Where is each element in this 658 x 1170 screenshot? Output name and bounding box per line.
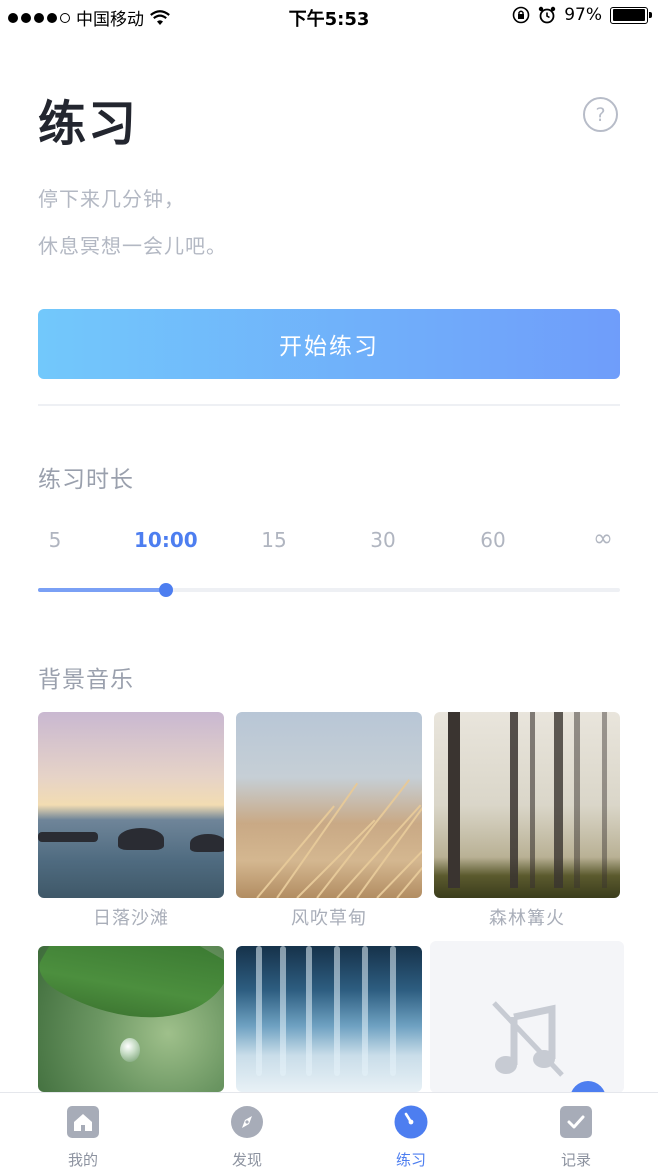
help-button[interactable]: ? — [583, 97, 618, 132]
duration-option-infinite[interactable]: ∞ — [573, 524, 633, 552]
duration-option-5[interactable]: 5 — [25, 528, 85, 552]
no-music-tile — [430, 941, 624, 1093]
compass-icon — [231, 1106, 263, 1138]
tab-mine[interactable]: 我的 — [33, 1093, 133, 1170]
tab-label: 发现 — [231, 1151, 262, 1169]
music-card-forest-campfire[interactable]: 森林篝火 — [434, 712, 620, 929]
tab-practice[interactable]: 练习 — [361, 1093, 461, 1170]
alarm-icon — [539, 6, 556, 24]
music-card-sunset-beach[interactable]: 日落沙滩 — [38, 712, 224, 929]
raindrop-leaf-image — [38, 946, 224, 1092]
page-title: 练习 — [38, 96, 139, 152]
music-section-title: 背景音乐 — [38, 667, 134, 693]
tab-records[interactable]: 记录 — [526, 1093, 626, 1170]
help-icon: ? — [595, 103, 606, 126]
music-label: 风吹草甸 — [291, 908, 367, 929]
home-icon — [67, 1106, 99, 1138]
music-card-windy-meadow[interactable]: 风吹草甸 — [236, 712, 422, 929]
rotation-lock-icon — [512, 6, 530, 24]
tab-discover[interactable]: 发现 — [197, 1093, 297, 1170]
tab-label: 我的 — [67, 1151, 98, 1169]
music-card-no-music[interactable] — [430, 941, 624, 1093]
status-right: 97% — [512, 5, 652, 25]
check-icon — [560, 1106, 592, 1138]
tab-bar: 我的 发现 练习 记录 — [0, 1092, 658, 1170]
battery-icon — [610, 6, 652, 24]
slider-thumb[interactable] — [159, 583, 174, 597]
start-practice-button[interactable]: 开始练习 — [38, 309, 620, 379]
slider-fill — [38, 588, 167, 592]
duration-option-60[interactable]: 60 — [463, 528, 523, 552]
music-card-waterfall[interactable] — [236, 946, 422, 1092]
status-bar: 中国移动 下午5:53 97% — [0, 0, 658, 34]
battery-percent: 97% — [564, 5, 602, 25]
forest-campfire-image — [434, 712, 620, 898]
tab-label: 练习 — [395, 1151, 426, 1169]
duration-option-30[interactable]: 30 — [353, 528, 413, 552]
duration-option-15[interactable]: 15 — [244, 528, 304, 552]
waterfall-image — [236, 946, 422, 1092]
subtitle-line-2: 休息冥想一会儿吧。 — [38, 234, 227, 258]
music-label: 森林篝火 — [489, 908, 565, 929]
duration-option-10[interactable]: 10:00 — [134, 528, 198, 552]
duration-slider[interactable] — [38, 583, 620, 597]
music-card-raindrop[interactable] — [38, 946, 224, 1092]
duration-section-title: 练习时长 — [38, 467, 134, 493]
subtitle-line-1: 停下来几分钟， — [38, 187, 185, 211]
divider — [38, 404, 620, 406]
tab-label: 记录 — [560, 1151, 591, 1169]
music-off-icon — [492, 1001, 564, 1077]
windy-meadow-image — [236, 712, 422, 898]
sunset-beach-image — [38, 712, 224, 898]
timer-icon — [394, 1105, 428, 1139]
music-label: 日落沙滩 — [93, 908, 169, 929]
